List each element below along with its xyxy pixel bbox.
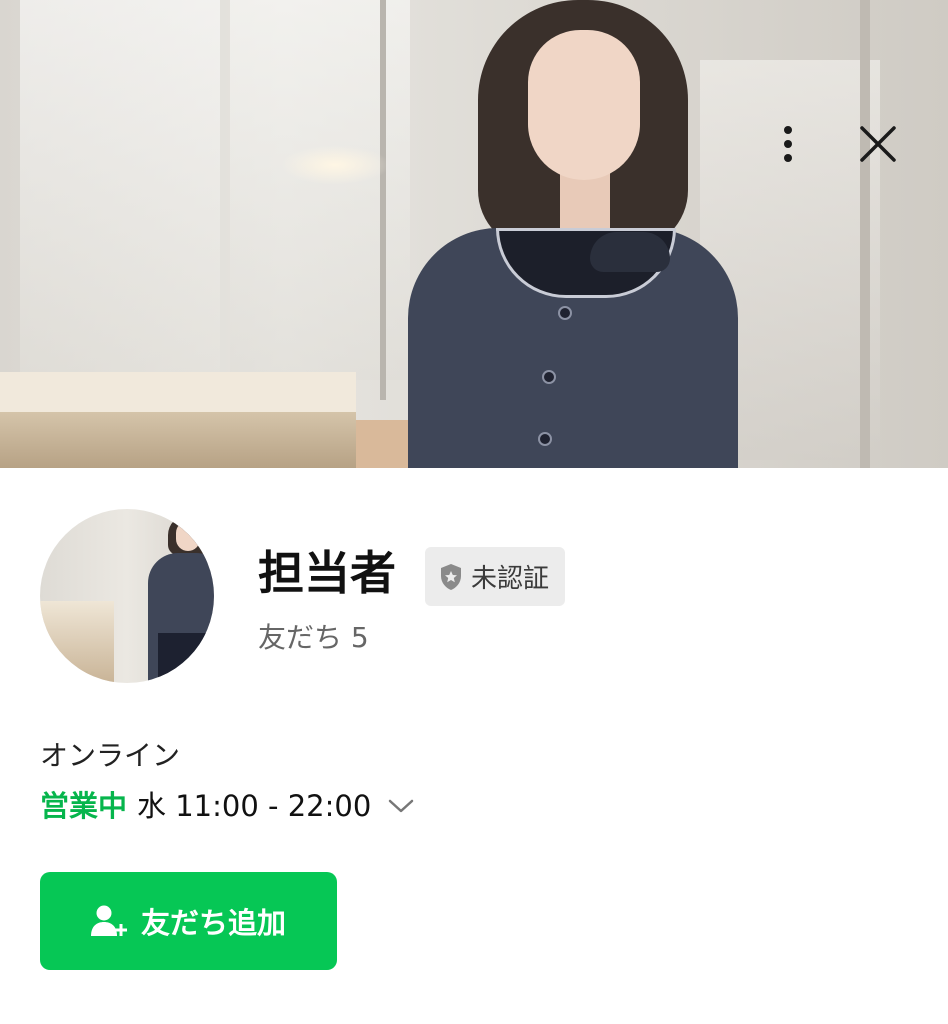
chevron-down-icon	[389, 799, 414, 813]
avatar[interactable]	[40, 509, 214, 683]
more-options-button[interactable]	[762, 118, 814, 170]
badge-label: 未認証	[471, 564, 550, 594]
add-friend-button[interactable]: 友だち追加	[40, 872, 337, 970]
more-vertical-icon	[784, 126, 792, 162]
close-icon	[860, 126, 896, 162]
profile-name: 担当者	[258, 546, 396, 600]
close-button[interactable]	[852, 118, 904, 170]
verification-badge[interactable]: 未認証	[425, 547, 566, 606]
add-person-icon	[90, 905, 127, 936]
hours-text: 水 11:00 - 22:00	[137, 789, 372, 823]
online-status: オンライン	[40, 739, 181, 772]
cover-photo	[0, 0, 948, 468]
friends-count: 友だち 5	[258, 621, 369, 654]
business-hours[interactable]: 営業中 水 11:00 - 22:00	[40, 786, 415, 826]
add-friend-label: 友だち追加	[140, 906, 286, 940]
open-status-label: 営業中	[40, 789, 128, 823]
shield-star-icon	[441, 563, 461, 590]
